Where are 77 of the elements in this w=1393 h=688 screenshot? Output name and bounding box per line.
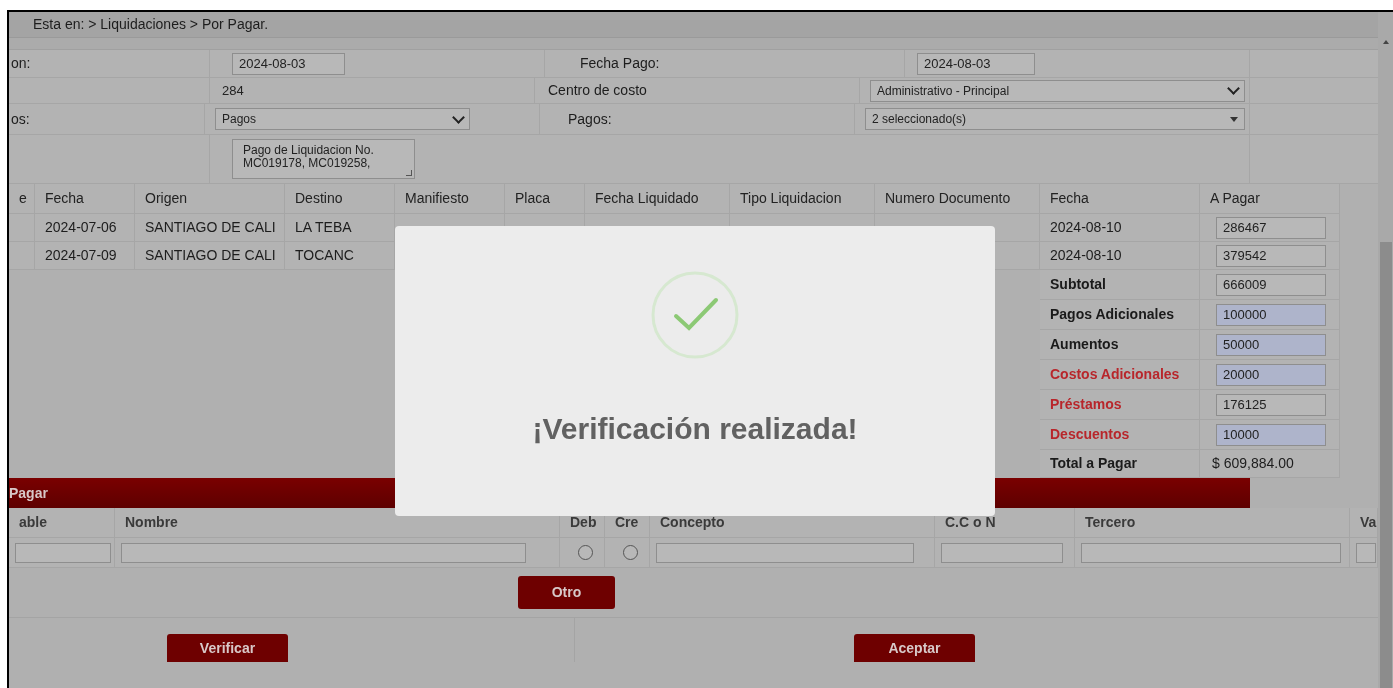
amount-field[interactable]: 10000 <box>1216 423 1326 446</box>
field-label: os: <box>11 109 30 129</box>
date-field[interactable]: 2024-08-03 <box>917 52 1035 75</box>
input-field[interactable] <box>656 542 914 563</box>
section-title: Pagar <box>9 483 48 503</box>
breadcrumb: Esta en: > Liquidaciones > Por Pagar. <box>33 15 269 34</box>
dialog-title: ¡Verificación realizada! <box>532 411 858 447</box>
column-header: Deb <box>570 513 597 532</box>
table-cell-text: LA TEBA <box>295 218 352 237</box>
verify-button[interactable]: Verificar <box>167 634 288 662</box>
amount-field[interactable]: 50000 <box>1216 333 1326 356</box>
summary-label: Subtotal <box>1050 275 1106 294</box>
table-cell-text: SANTIAGO DE CALI <box>145 218 276 237</box>
column-header: Fecha <box>45 189 84 208</box>
input-field[interactable] <box>121 542 526 563</box>
summary-label: Costos Adicionales <box>1050 365 1180 384</box>
scroll-up-icon[interactable] <box>1382 40 1389 44</box>
input-field[interactable] <box>1356 542 1376 563</box>
column-header: Fecha <box>1050 189 1089 208</box>
scrollbar[interactable] <box>1378 12 1393 688</box>
column-header: Tercero <box>1085 513 1136 532</box>
select-field[interactable]: Pagos <box>215 108 470 130</box>
summary-label: Aumentos <box>1050 335 1119 354</box>
date-field[interactable]: 2024-08-03 <box>232 52 345 75</box>
caret-icon <box>1230 116 1238 122</box>
field-label: on: <box>11 54 31 73</box>
amount-field[interactable]: 176125 <box>1216 393 1326 416</box>
summary-label: Total a Pagar <box>1050 454 1137 473</box>
radio-button[interactable] <box>622 545 638 560</box>
amount-field[interactable]: 666009 <box>1216 273 1326 296</box>
table-cell-text: 2024-08-10 <box>1050 218 1122 237</box>
column-header: Placa <box>515 189 551 208</box>
summary-label: Pagos Adicionales <box>1050 305 1174 324</box>
column-header: C.C o N <box>945 513 996 532</box>
column-header: Cre <box>615 513 639 532</box>
column-header: Origen <box>145 189 188 208</box>
field-value: 284 <box>222 81 244 100</box>
table-cell-text: 2024-07-06 <box>45 218 117 237</box>
table-cell-text: 2024-07-09 <box>45 246 117 265</box>
select-value: Pagos <box>222 111 257 128</box>
column-header: e <box>19 189 27 208</box>
column-header: Destino <box>295 189 343 208</box>
field-label: Pagos: <box>568 109 612 129</box>
table-cell-text: SANTIAGO DE CALI <box>145 246 276 265</box>
select-value: Administrativo - Principal <box>877 82 1010 100</box>
success-check-icon <box>650 270 740 360</box>
column-header: Va <box>1360 513 1377 532</box>
column-header: Nombre <box>125 513 178 532</box>
table-cell-text: 2024-08-10 <box>1050 246 1122 265</box>
summary-label: Descuentos <box>1050 425 1130 444</box>
textarea-field[interactable]: Pago de Liquidacion No. MC019178, MC019258, <box>232 139 415 179</box>
select-value: 2 seleccionado(s) <box>872 111 967 128</box>
multiselect-field[interactable]: 2 seleccionado(s) <box>865 108 1245 130</box>
column-header: Fecha Liquidado <box>595 189 699 208</box>
column-header: Tipo Liquidacion <box>740 189 842 208</box>
amount-field[interactable]: 20000 <box>1216 363 1326 386</box>
radio-button[interactable] <box>577 545 593 560</box>
select-field[interactable]: Administrativo - Principal <box>870 79 1245 102</box>
column-header: able <box>19 513 47 532</box>
field-label: Centro de costo <box>548 81 647 100</box>
input-field[interactable] <box>15 542 111 563</box>
table-cell-text: TOCANC <box>295 246 354 265</box>
column-header: Concepto <box>660 513 725 532</box>
input-field[interactable] <box>941 542 1063 563</box>
column-header: Numero Documento <box>885 189 1011 208</box>
input-field[interactable] <box>1081 542 1341 563</box>
column-header: Manifiesto <box>405 189 469 208</box>
amount-field[interactable]: 100000 <box>1216 303 1326 326</box>
column-header: A Pagar <box>1210 189 1260 208</box>
scrollbar-thumb[interactable] <box>1379 242 1392 688</box>
total-amount: $ 609,884.00 <box>1212 454 1294 473</box>
field-label: Fecha Pago: <box>580 54 660 73</box>
amount-field[interactable]: 286467 <box>1216 216 1326 239</box>
add-button[interactable]: Otro <box>518 576 615 609</box>
accept-button[interactable]: Aceptar <box>854 634 975 662</box>
amount-field[interactable]: 379542 <box>1216 244 1326 267</box>
summary-label: Préstamos <box>1050 395 1122 414</box>
